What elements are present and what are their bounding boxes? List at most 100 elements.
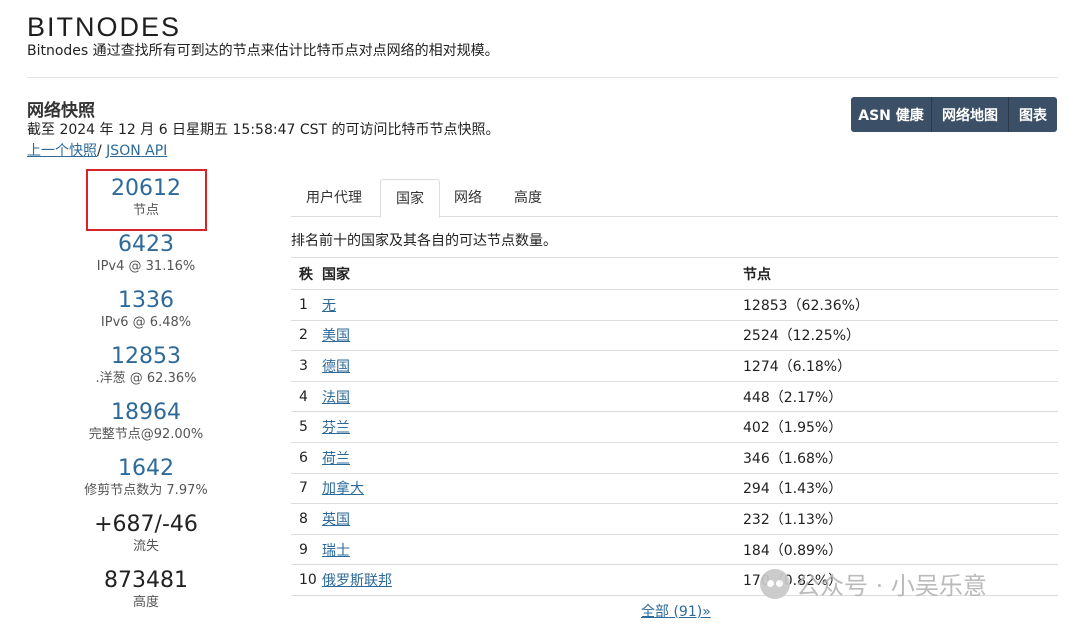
tab-user-agents[interactable]: 用户代理 [291, 179, 377, 217]
country-cell: 德国 [322, 350, 743, 382]
snapshot-description: 截至 2024 年 12 月 6 日星期五 15:58:47 CST 的可访问比… [27, 122, 500, 138]
rank-cell: 7 [291, 473, 322, 505]
stat-value[interactable]: 18964 [28, 394, 264, 426]
nodes-cell: 402（1.95%） [743, 411, 1058, 443]
table-row: 6 荷兰 346（1.68%） [291, 442, 1058, 474]
stat-label: .洋葱 @ 62.36% [95, 371, 197, 386]
country-cell: 俄罗斯联邦 [322, 564, 743, 596]
nodes-cell: 346（1.68%） [743, 442, 1058, 474]
rank-cell: 9 [291, 534, 322, 566]
country-link[interactable]: 英国 [322, 512, 350, 528]
asn-health-button[interactable]: ASN 健康 [851, 97, 932, 132]
stat-pruned-nodes: 1642 修剪节点数为 7.97% [28, 450, 264, 506]
country-link[interactable]: 瑞士 [322, 543, 350, 559]
country-cell: 无 [322, 289, 743, 321]
nodes-cell: 12853（62.36%） [743, 289, 1058, 321]
table-caption: 排名前十的国家及其各自的可达节点数量。 [291, 233, 557, 249]
country-link[interactable]: 德国 [322, 359, 350, 375]
rank-cell: 3 [291, 350, 322, 382]
country-cell: 美国 [322, 320, 743, 352]
country-link[interactable]: 法国 [322, 390, 350, 406]
stat-label: 高度 [132, 595, 159, 610]
snapshot-links: 上一个快照/ JSON API [27, 140, 167, 160]
column-header-nodes: 节点 [743, 257, 1058, 290]
country-cell: 法国 [322, 381, 743, 413]
stat-value[interactable]: 1642 [28, 450, 264, 482]
stat-label: 完整节点@92.00% [88, 427, 204, 442]
stats-panel: 20612 节点 6423 IPv4 @ 31.16% 1336 IPv6 @ … [28, 169, 264, 618]
rank-cell: 10 [291, 564, 322, 596]
nodes-cell: 1274（6.18%） [743, 350, 1058, 382]
site-tagline: Bitnodes 通过查找所有可到达的节点来估计比特币点对点网络的相对规模。 [27, 43, 499, 59]
rank-cell: 4 [291, 381, 322, 413]
stat-total-nodes: 20612 节点 [28, 169, 264, 231]
country-cell: 加拿大 [322, 473, 743, 505]
tab-countries[interactable]: 国家 [380, 179, 440, 218]
stat-height: 873481 高度 [28, 562, 264, 618]
site-logo[interactable]: BITNODES [27, 12, 181, 42]
previous-snapshot-link[interactable]: 上一个快照 [27, 143, 97, 159]
rank-cell: 6 [291, 442, 322, 474]
table-row: 9 瑞士 184（0.89%） [291, 534, 1058, 566]
json-api-link[interactable]: JSON API [106, 143, 167, 159]
tab-networks[interactable]: 网络 [439, 179, 497, 217]
country-link[interactable]: 无 [322, 298, 336, 314]
tab-bar: 用户代理 国家 网络 高度 [291, 179, 1058, 218]
column-header-rank: 秩 [291, 257, 322, 290]
network-map-button[interactable]: 网络地图 [932, 97, 1009, 132]
wechat-watermark: 公众号 · 小吴乐意 [760, 566, 987, 601]
rank-cell: 5 [291, 411, 322, 443]
stat-full-nodes: 18964 完整节点@92.00% [28, 394, 264, 450]
stat-value[interactable]: 12853 [28, 338, 264, 370]
stat-ipv4: 6423 IPv4 @ 31.16% [28, 226, 264, 282]
charts-button[interactable]: 图表 [1009, 97, 1057, 132]
column-header-country: 国家 [322, 257, 743, 290]
stat-label: 修剪节点数为 7.97% [84, 483, 208, 498]
stat-value: +687/-46 [94, 512, 198, 537]
rank-cell: 2 [291, 320, 322, 352]
country-link[interactable]: 芬兰 [322, 420, 350, 436]
stat-label: IPv4 @ 31.16% [96, 259, 196, 274]
table-row: 4 法国 448（2.17%） [291, 381, 1058, 413]
table-row: 2 美国 2524（12.25%） [291, 320, 1058, 352]
country-cell: 英国 [322, 503, 743, 535]
country-cell: 芬兰 [322, 411, 743, 443]
rank-cell: 1 [291, 289, 322, 321]
wechat-icon [760, 568, 790, 599]
country-link[interactable]: 加拿大 [322, 481, 364, 497]
tab-heights[interactable]: 高度 [499, 179, 557, 217]
view-button-group: ASN 健康 网络地图 图表 [851, 97, 1057, 132]
country-link[interactable]: 美国 [322, 328, 350, 344]
nodes-cell: 232（1.13%） [743, 503, 1058, 535]
country-link[interactable]: 荷兰 [322, 451, 350, 467]
stat-churn: +687/-46 流失 [28, 506, 264, 562]
rank-cell: 8 [291, 503, 322, 535]
table-header-row: 秩 国家 节点 [291, 257, 1058, 290]
stat-ipv6: 1336 IPv6 @ 6.48% [28, 282, 264, 338]
stat-value[interactable]: 6423 [28, 226, 264, 258]
table-row: 1 无 12853（62.36%） [291, 289, 1058, 321]
country-cell: 瑞士 [322, 534, 743, 566]
stat-label: IPv6 @ 6.48% [100, 315, 192, 330]
all-countries-link[interactable]: 全部 (91)» [641, 601, 711, 621]
table-row: 8 英国 232（1.13%） [291, 503, 1058, 535]
header-divider [27, 77, 1058, 78]
table-row: 7 加拿大 294（1.43%） [291, 473, 1058, 505]
table-row: 3 德国 1274（6.18%） [291, 350, 1058, 382]
country-link[interactable]: 俄罗斯联邦 [322, 573, 392, 589]
nodes-cell: 294（1.43%） [743, 473, 1058, 505]
nodes-cell: 184（0.89%） [743, 534, 1058, 566]
watermark-text: 公众号 · 小吴乐意 [796, 572, 987, 600]
nodes-cell: 448（2.17%） [743, 381, 1058, 413]
stat-label: 节点 [132, 203, 159, 218]
country-cell: 荷兰 [322, 442, 743, 474]
stat-value[interactable]: 1336 [28, 282, 264, 314]
countries-table: 秩 国家 节点 1 无 12853（62.36%） 2 美国 2524（12.25%） … [291, 257, 1058, 596]
stat-onion: 12853 .洋葱 @ 62.36% [28, 338, 264, 394]
page-title: 网络快照 [27, 101, 95, 121]
stat-label: 流失 [132, 539, 159, 554]
table-row: 5 芬兰 402（1.95%） [291, 411, 1058, 443]
stat-value[interactable]: 20612 [28, 170, 264, 202]
stat-value: 873481 [104, 568, 188, 593]
link-separator: / [97, 143, 102, 159]
